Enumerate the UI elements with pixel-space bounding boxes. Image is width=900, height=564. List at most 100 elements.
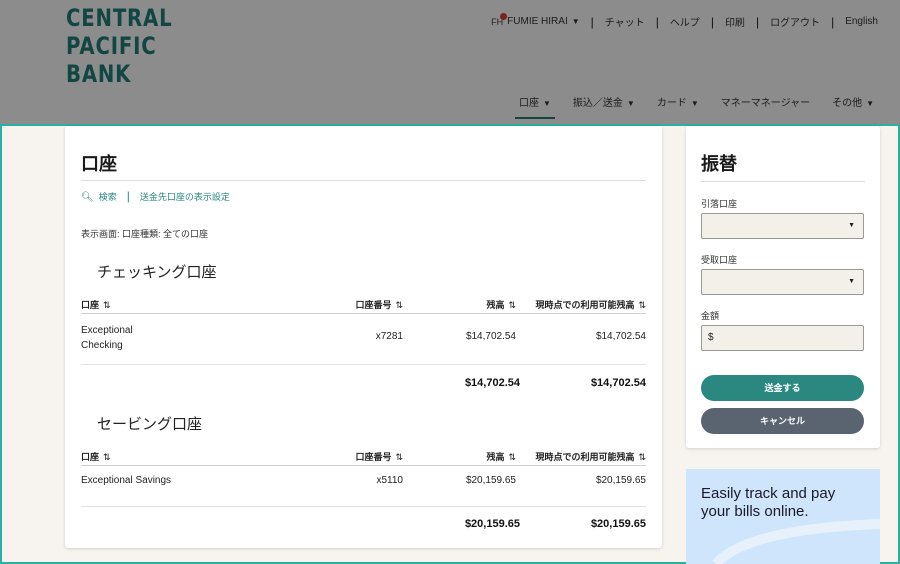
from-account-select[interactable]: ▼ [701, 213, 864, 239]
account-available: $14,702.54 [595, 331, 646, 342]
divider: | [655, 14, 659, 29]
caret-down-icon: ▼ [848, 278, 855, 285]
language-link[interactable]: English [845, 16, 878, 27]
nav-item-label: マネーマネージャー [720, 98, 811, 109]
column-header-account-number[interactable]: 口座番号 ⇅ [355, 450, 403, 463]
logo-line-1: CENTRAL [66, 4, 173, 32]
column-header-balance[interactable]: 残高 ⇅ [486, 298, 516, 311]
total-balance: $20,159.65 [464, 518, 520, 530]
account-name-line: Exceptional [81, 325, 133, 336]
nav-item-label: その他 [832, 98, 863, 109]
section-title-savings: セービング口座 [97, 416, 203, 433]
chat-link[interactable]: チャット [605, 14, 645, 29]
column-header-available[interactable]: 現時点での利用可能残高 ⇅ [535, 450, 646, 463]
sort-icon: ⇅ [395, 300, 403, 310]
account-name-line: Checking [81, 340, 123, 351]
chevron-down-icon: ▼ [626, 99, 635, 108]
column-label: 口座 [81, 452, 100, 462]
column-header-account[interactable]: 口座 ⇅ [81, 298, 111, 311]
column-header-account[interactable]: 口座 ⇅ [81, 450, 111, 463]
bill-pay-promo[interactable]: Easily track and pay your bills online. [686, 469, 880, 564]
account-links: 🔍︎ 検索 | 送金先口座の表示設定 [81, 189, 230, 203]
sort-icon: ⇅ [508, 452, 516, 462]
divider: | [755, 14, 760, 29]
nav-item-accounts[interactable]: 口座 ▼ [515, 94, 555, 119]
user-name: FUMIE HIRAI [507, 16, 568, 27]
logo-line-3: BANK [66, 60, 132, 88]
notification-dot [500, 12, 508, 20]
total-available: $14,702.54 [590, 377, 646, 389]
user-menu[interactable]: FUMIE HIRAI ▼ [507, 16, 579, 27]
nav-item-money-manager[interactable]: マネーマネージャー [721, 94, 810, 119]
sort-icon: ⇅ [508, 300, 516, 310]
to-account-select[interactable]: ▼ [701, 269, 864, 295]
sort-icon: ⇅ [638, 300, 646, 310]
divider [701, 181, 865, 182]
amount-field[interactable]: $ [701, 325, 864, 351]
section-title-checking: チェッキング口座 [97, 264, 217, 281]
column-header-account-number[interactable]: 口座番号 ⇅ [355, 298, 403, 311]
table-header-checking: 口座 ⇅ 口座番号 ⇅ 残高 ⇅ 現時点での利用可能残高 ⇅ [81, 298, 646, 314]
nav-item-cards[interactable]: カード ▼ [657, 94, 699, 119]
nav-item-more[interactable]: その他 ▼ [832, 94, 874, 119]
total-available: $20,159.65 [590, 518, 646, 530]
help-link[interactable]: ヘルプ [670, 14, 700, 29]
utility-nav: FH FUMIE HIRAI ▼ | チャット | ヘルプ | 印刷 | ログアウ… [491, 12, 878, 29]
account-number: x5110 [376, 475, 403, 486]
chevron-down-icon: ▼ [571, 17, 580, 26]
column-header-balance[interactable]: 残高 ⇅ [486, 450, 516, 463]
column-header-available[interactable]: 現時点での利用可能残高 ⇅ [535, 298, 646, 311]
account-name[interactable]: Exceptional Savings [81, 475, 171, 486]
search-link[interactable]: 🔍︎ 検索 [81, 190, 117, 203]
display-settings-link[interactable]: 送金先口座の表示設定 [140, 190, 230, 203]
nav-item-label: カード [656, 98, 687, 109]
sort-icon: ⇅ [638, 452, 646, 462]
nav-item-transfers[interactable]: 振込／送金 ▼ [573, 94, 635, 119]
table-row[interactable]: Exceptional Checking x7281 $14,702.54 $1… [81, 315, 646, 365]
chevron-down-icon: ▼ [690, 99, 699, 108]
divider: | [590, 14, 594, 29]
bank-logo[interactable]: CENTRAL PACIFIC BANK [66, 4, 173, 88]
column-label: 残高 [486, 452, 505, 462]
chevron-down-icon: ▼ [543, 99, 551, 108]
to-account-label: 受取口座 [701, 255, 738, 265]
accounts-panel: 口座 🔍︎ 検索 | 送金先口座の表示設定 表示画面: 口座種類: 全ての口座 チ… [65, 126, 662, 548]
column-label: 現時点での利用可能残高 [535, 452, 635, 462]
logo-line-2: PACIFIC [66, 32, 157, 60]
caret-down-icon: ▼ [848, 222, 855, 229]
from-account-label: 引落口座 [701, 199, 738, 209]
nav-item-label: 振込／送金 [572, 98, 623, 109]
column-label: 口座番号 [355, 452, 392, 462]
search-link-label: 検索 [98, 191, 117, 202]
account-available: $20,159.65 [595, 475, 646, 486]
currency-prefix: $ [708, 332, 714, 343]
print-link[interactable]: 印刷 [725, 14, 745, 29]
nav-item-label: 口座 [519, 98, 539, 109]
logout-link[interactable]: ログアウト [770, 14, 820, 29]
promo-text: Easily track and pay your bills online. [701, 485, 876, 521]
divider: | [710, 14, 714, 29]
search-icon: 🔍︎ [81, 191, 94, 203]
table-row[interactable]: Exceptional Savings x5110 $20,159.65 $20… [81, 467, 646, 507]
divider: | [831, 14, 835, 29]
account-number: x7281 [375, 331, 403, 342]
account-balance: $20,159.65 [465, 475, 516, 486]
transfer-title: 振替 [701, 154, 737, 174]
column-label: 残高 [486, 300, 505, 310]
site-header: CENTRAL PACIFIC BANK FH FUMIE HIRAI ▼ | チ… [0, 0, 900, 124]
total-balance: $14,702.54 [464, 377, 520, 389]
account-balance: $14,702.54 [465, 331, 516, 342]
sort-icon: ⇅ [395, 452, 403, 462]
send-button[interactable]: 送金する [701, 375, 864, 401]
divider [81, 180, 646, 181]
transfer-panel: 振替 引落口座 ▼ 受取口座 ▼ 金額 $ 送金する キャンセル [686, 126, 880, 448]
column-label: 口座番号 [355, 300, 392, 310]
account-name[interactable]: Exceptional Checking [81, 323, 133, 353]
promo-line: your bills online. [701, 503, 809, 520]
avatar[interactable]: FH [491, 12, 508, 27]
chevron-down-icon: ▼ [866, 99, 874, 108]
column-label: 口座 [81, 300, 100, 310]
cancel-button[interactable]: キャンセル [701, 408, 864, 434]
amount-label: 金額 [701, 311, 720, 321]
column-label: 現時点での利用可能残高 [535, 300, 635, 310]
